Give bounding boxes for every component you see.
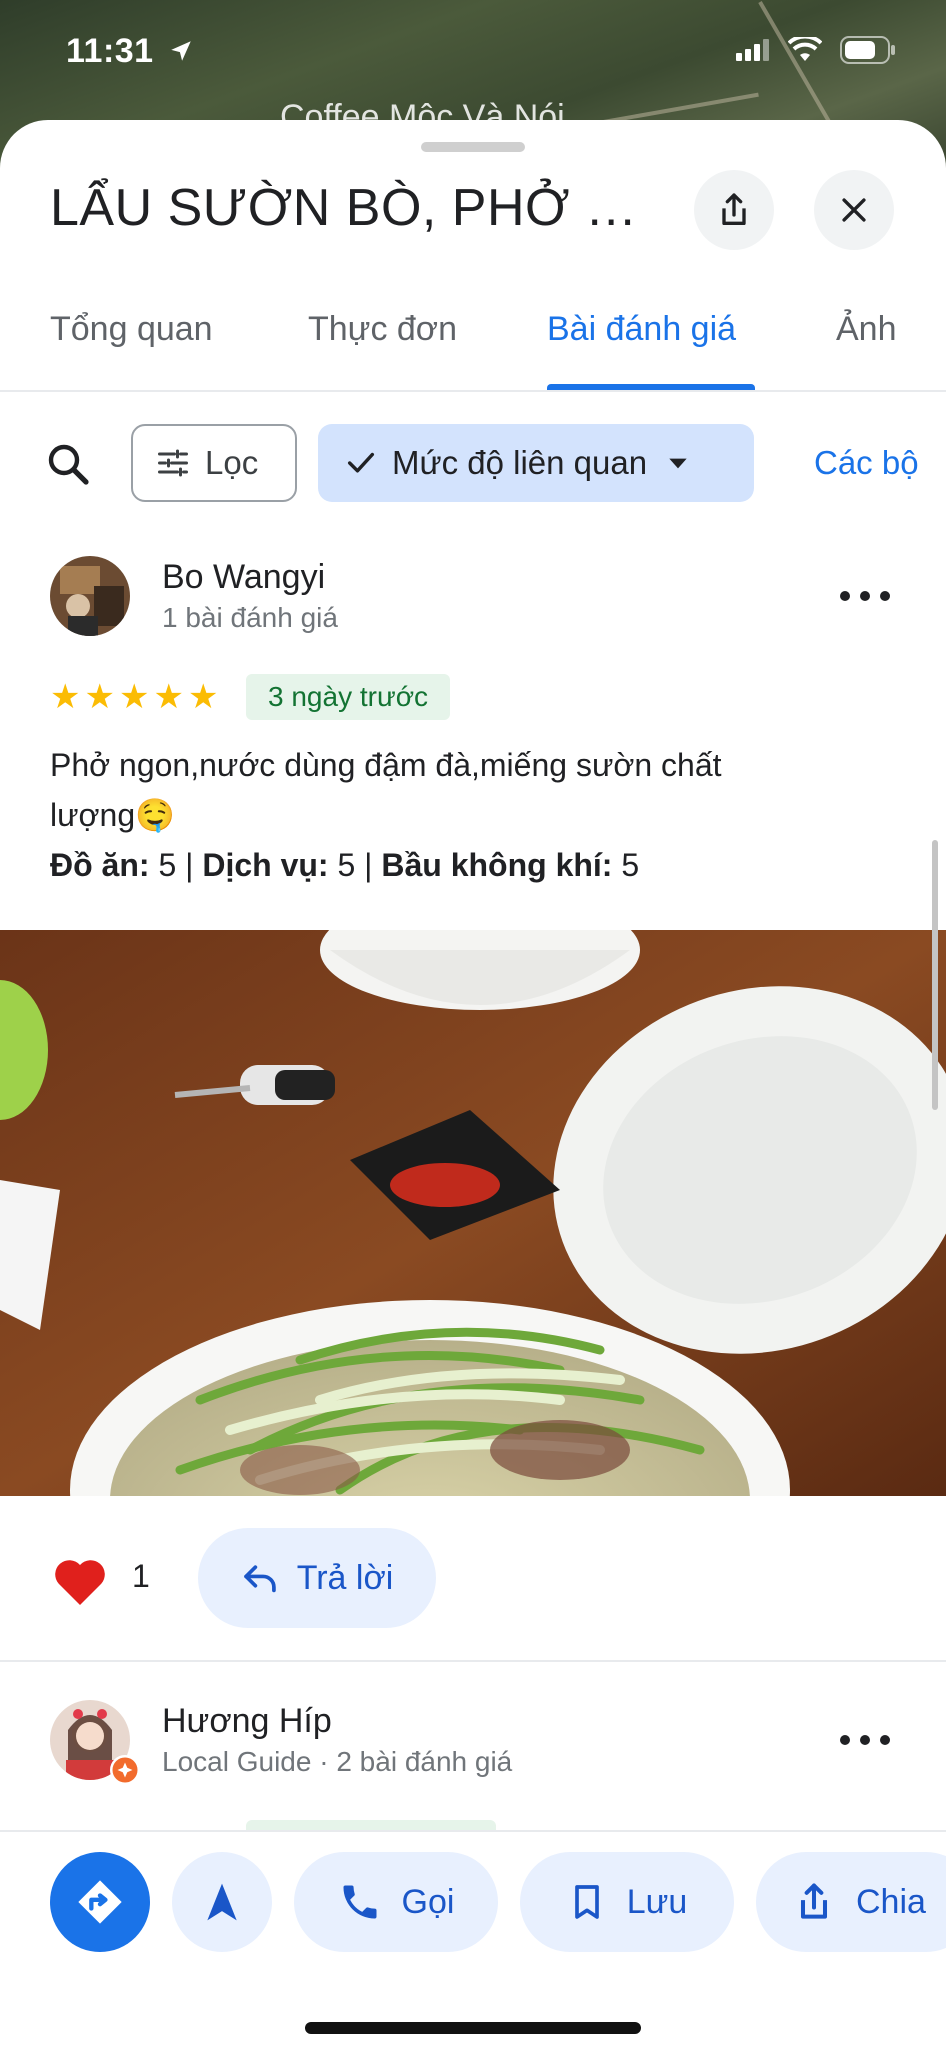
status-time: 11:31 (66, 32, 194, 71)
bookmark-icon (574, 1885, 599, 1919)
avatar[interactable] (50, 556, 130, 636)
share-button-label: Chia (856, 1882, 926, 1921)
battery-icon (840, 36, 895, 64)
dot-icon (880, 1735, 890, 1745)
like-count: 1 (132, 1558, 150, 1594)
heart-icon[interactable] (50, 1552, 110, 1608)
call-button-label: Gọi (401, 1882, 455, 1921)
star-icon: ★ (153, 678, 184, 716)
reply-button[interactable]: Trả lời (198, 1528, 436, 1628)
place-sheet: LẨU SƯỜN BÒ, PHỞ S... Tổng quan Thực đơn… (0, 120, 946, 2048)
tab-photos[interactable]: Ảnh (836, 310, 897, 349)
status-bar: 11:31 (0, 0, 946, 105)
local-guide-badge-icon (110, 1755, 140, 1785)
search-icon[interactable] (44, 440, 92, 488)
avatar-image (50, 556, 130, 636)
dot-icon (860, 591, 870, 601)
more-options-button[interactable] (840, 1720, 890, 1760)
phone-icon (343, 1885, 377, 1919)
review-photo[interactable] (0, 930, 946, 1496)
save-button-label: Lưu (626, 1882, 688, 1921)
reviewer-meta: Local Guide · 2 bài đánh giá (162, 1746, 513, 1777)
dot-icon (860, 1735, 870, 1745)
reviewer-meta: 1 bài đánh giá (162, 602, 338, 633)
tab-bar: Tổng quan Thực đơn Bài đánh giá Ảnh (0, 120, 946, 392)
review-text-line: lượng🤤 (50, 797, 175, 833)
star-icon: ★ (118, 678, 150, 716)
signal-icon (736, 39, 769, 61)
sort-chip-label: Mức độ liên quan (392, 444, 648, 481)
check-icon (347, 452, 375, 473)
location-arrow-icon (170, 41, 191, 61)
directions-icon (78, 1880, 122, 1924)
reviewer-name[interactable]: Bo Wangyi (162, 558, 325, 597)
call-button[interactable]: Gọi (294, 1852, 498, 1952)
review-text[interactable]: Phở ngon,nước dùng đậm đà,miếng sườn chấ… (50, 740, 890, 890)
share-icon (800, 1883, 828, 1919)
home-indicator[interactable] (305, 2022, 641, 2034)
reviewer-name[interactable]: Hương Híp (162, 1702, 332, 1741)
star-rating: ★ ★ ★ ★ ★ (50, 680, 218, 714)
dot-icon (840, 591, 850, 601)
filter-chip[interactable]: Lọc (131, 424, 297, 502)
review-filter-row: Lọc Mức độ liên quan Các bộ (0, 424, 946, 506)
navigate-button[interactable] (172, 1852, 272, 1952)
sort-chip[interactable]: Mức độ liên quan (318, 424, 754, 502)
more-options-button[interactable] (840, 576, 890, 616)
tab-reviews[interactable]: Bài đánh giá (547, 310, 736, 349)
scrollbar[interactable] (932, 840, 938, 1110)
pho-bowl-photo (0, 930, 946, 1496)
bottom-action-bar: Gọi Lưu Chia (0, 1830, 946, 2050)
review-date-badge: 3 ngày trước (246, 674, 451, 720)
directions-button[interactable] (50, 1852, 150, 1952)
star-icon: ★ (50, 678, 81, 716)
share-bottom-button[interactable]: Chia (756, 1852, 946, 1952)
wifi-icon (788, 37, 822, 61)
tab-menu[interactable]: Thực đơn (308, 310, 457, 349)
more-filters-link[interactable]: Các bộ (814, 444, 919, 482)
tune-icon (158, 449, 188, 477)
save-button[interactable]: Lưu (520, 1852, 734, 1952)
status-icons (736, 36, 896, 64)
review-divider (0, 1660, 946, 1662)
reply-button-label: Trả lời (296, 1558, 394, 1597)
dot-icon (880, 591, 890, 601)
dot-icon (840, 1735, 850, 1745)
review-text-line: Phở ngon,nước dùng đậm đà,miếng sườn chấ… (50, 747, 722, 783)
review-actions: 1 Trả lời (0, 1528, 946, 1628)
star-icon: ★ (187, 678, 219, 716)
star-icon: ★ (84, 678, 115, 716)
review-aspect-ratings: Đồ ăn: 5 | Dịch vụ: 5 | Bầu không khí: 5 (50, 847, 640, 883)
dropdown-arrow-icon (669, 458, 687, 469)
tabs-divider (0, 390, 946, 392)
tab-overview[interactable]: Tổng quan (50, 310, 213, 349)
navigation-arrow-icon (207, 1883, 237, 1921)
filter-chip-label: Lọc (205, 444, 259, 481)
reply-icon (243, 1565, 276, 1593)
